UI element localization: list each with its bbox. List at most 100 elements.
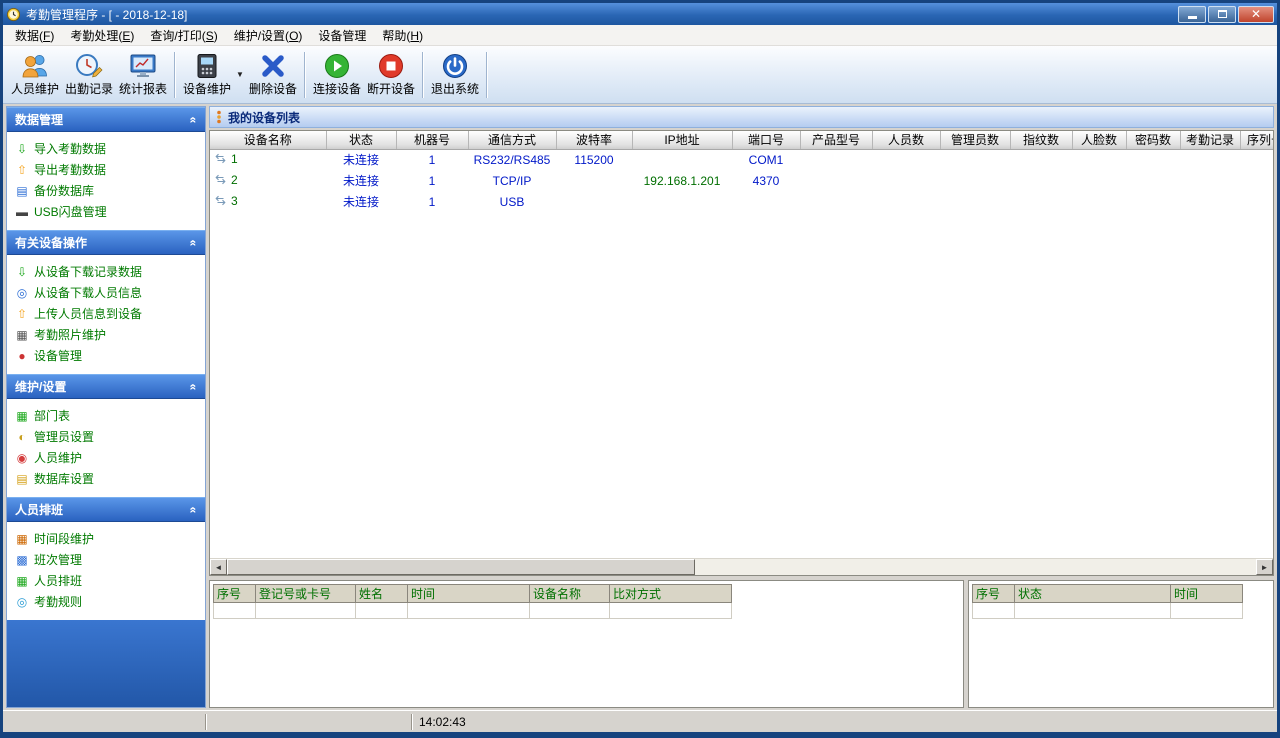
sidebar-item[interactable]: ▤备份数据库 xyxy=(7,180,205,201)
live-records-empty-cell xyxy=(256,603,356,619)
sidebar-item[interactable]: ▦人员排班 xyxy=(7,570,205,591)
menu-item[interactable]: 查询/打印(S) xyxy=(142,25,225,46)
device-column-header[interactable]: IP地址 xyxy=(632,131,732,149)
collapse-chevron-icon[interactable]: « xyxy=(187,116,201,123)
menu-item[interactable]: 数据(F) xyxy=(7,25,62,46)
sidebar-item[interactable]: ▤数据库设置 xyxy=(7,468,205,489)
device-column-header[interactable]: 波特率 xyxy=(556,131,632,149)
device-status-column-header[interactable]: 状态 xyxy=(1015,585,1171,603)
menu-item[interactable]: 设备管理 xyxy=(310,25,374,46)
sidebar-item[interactable]: ◐管理员设置 xyxy=(7,426,205,447)
device-link-icon xyxy=(214,153,227,167)
device-column-header[interactable]: 状态 xyxy=(326,131,396,149)
device-status-column-header[interactable]: 时间 xyxy=(1171,585,1243,603)
staff-maintain-button[interactable]: 人员维护 xyxy=(8,48,62,102)
device-maintain-button[interactable]: 设备维护 xyxy=(180,48,234,102)
device-maintain-dropdown-arrow[interactable]: ▼ xyxy=(234,48,246,102)
sidebar-item[interactable]: ⇩从设备下载记录数据 xyxy=(7,261,205,282)
connect-device-button[interactable]: 连接设备 xyxy=(310,48,364,102)
device-link-icon xyxy=(214,174,227,188)
live-records-column-header[interactable]: 时间 xyxy=(408,585,530,603)
menu-item[interactable]: 帮助(H) xyxy=(374,25,431,46)
sidebar-item[interactable]: ▦部门表 xyxy=(7,405,205,426)
menu-item[interactable]: 考勤处理(E) xyxy=(62,25,142,46)
device-cell: 未连接 xyxy=(326,170,396,191)
toolbar: 人员维护出勤记录统计报表设备维护▼删除设备连接设备断开设备退出系统 xyxy=(3,46,1277,104)
sidebar-section-header-data-management[interactable]: 数据管理« xyxy=(7,107,205,132)
device-column-header[interactable]: 密码数 xyxy=(1126,131,1180,149)
device-cell xyxy=(732,191,800,212)
sidebar-section-header-staff-scheduling[interactable]: 人员排班« xyxy=(7,497,205,522)
device-cell: 1 xyxy=(396,149,468,170)
exit-system-button[interactable]: 退出系统 xyxy=(428,48,482,102)
scroll-right-button[interactable]: ► xyxy=(1256,559,1273,575)
report-icon xyxy=(128,51,158,81)
live-records-column-header[interactable]: 比对方式 xyxy=(610,585,732,603)
sidebar-section-header-device-operations[interactable]: 有关设备操作« xyxy=(7,230,205,255)
device-column-header[interactable]: 序列号 xyxy=(1240,131,1273,149)
device-column-header[interactable]: 设备名称 xyxy=(210,131,326,149)
device-cell xyxy=(556,191,632,212)
sidebar-item[interactable]: ▩班次管理 xyxy=(7,549,205,570)
sidebar-item[interactable]: ◎考勤规则 xyxy=(7,591,205,612)
device-cell: 192.168.1.201 xyxy=(632,170,732,191)
bottom-panels: 序号登记号或卡号姓名时间设备名称比对方式 序号状态时间 xyxy=(209,580,1274,708)
attendance-rule-icon: ◎ xyxy=(15,596,29,608)
database-settings-icon: ▤ xyxy=(15,473,29,485)
sidebar-item[interactable]: ◉人员维护 xyxy=(7,447,205,468)
sidebar-item-label: 考勤照片维护 xyxy=(34,326,106,343)
sidebar-section-header-maintain-settings[interactable]: 维护/设置« xyxy=(7,374,205,399)
sidebar-item[interactable]: ⇧导出考勤数据 xyxy=(7,159,205,180)
device-column-header[interactable]: 端口号 xyxy=(732,131,800,149)
device-column-header[interactable]: 产品型号 xyxy=(800,131,872,149)
collapse-chevron-icon[interactable]: « xyxy=(187,383,201,390)
device-column-header[interactable]: 管理员数 xyxy=(940,131,1010,149)
scroll-left-button[interactable]: ◄ xyxy=(210,559,227,575)
sidebar-item[interactable]: ▬USB闪盘管理 xyxy=(7,201,205,222)
device-cell xyxy=(872,170,940,191)
power-icon xyxy=(440,51,470,81)
statistics-report-button[interactable]: 统计报表 xyxy=(116,48,170,102)
live-records-column-header[interactable]: 姓名 xyxy=(356,585,408,603)
device-row[interactable]: 3未连接1USB xyxy=(210,191,1273,212)
delete-icon xyxy=(258,51,288,81)
toolbar-button-label: 删除设备 xyxy=(249,81,297,98)
device-column-header[interactable]: 机器号 xyxy=(396,131,468,149)
sidebar-item[interactable]: ●设备管理 xyxy=(7,345,205,366)
live-records-column-header[interactable]: 序号 xyxy=(214,585,256,603)
sidebar-item[interactable]: ⇧上传人员信息到设备 xyxy=(7,303,205,324)
device-column-header[interactable]: 通信方式 xyxy=(468,131,556,149)
sidebar-item[interactable]: ⇩导入考勤数据 xyxy=(7,138,205,159)
sidebar-item[interactable]: ▦时间段维护 xyxy=(7,528,205,549)
toolbar-button-label: 统计报表 xyxy=(119,81,167,98)
menu-item[interactable]: 维护/设置(O) xyxy=(226,25,311,46)
device-column-header[interactable]: 人脸数 xyxy=(1072,131,1126,149)
attendance-records-button[interactable]: 出勤记录 xyxy=(62,48,116,102)
delete-device-button[interactable]: 删除设备 xyxy=(246,48,300,102)
sidebar-item[interactable]: ◎从设备下载人员信息 xyxy=(7,282,205,303)
window-title: 考勤管理程序 - [ - 2018-12-18] xyxy=(26,6,187,23)
scrollbar-thumb[interactable] xyxy=(227,559,695,575)
device-cell xyxy=(1240,170,1273,191)
collapse-chevron-icon[interactable]: « xyxy=(187,506,201,513)
collapse-chevron-icon[interactable]: « xyxy=(187,239,201,246)
close-button[interactable]: ✕ xyxy=(1238,6,1274,23)
device-row[interactable]: 2未连接1TCP/IP192.168.1.2014370 xyxy=(210,170,1273,191)
sidebar-item[interactable]: ▦考勤照片维护 xyxy=(7,324,205,345)
sidebar-item-label: 人员排班 xyxy=(34,572,82,589)
device-column-header[interactable]: 指纹数 xyxy=(1010,131,1072,149)
device-column-header[interactable]: 人员数 xyxy=(872,131,940,149)
scrollbar-track[interactable] xyxy=(695,559,1256,575)
device-row[interactable]: 1未连接1RS232/RS485115200COM1 xyxy=(210,149,1273,170)
device-cell xyxy=(1072,191,1126,212)
horizontal-scrollbar[interactable]: ◄ ► xyxy=(210,558,1273,575)
maximize-button[interactable] xyxy=(1208,6,1236,23)
device-column-header[interactable]: 考勤记录 xyxy=(1180,131,1240,149)
disconnect-device-button[interactable]: 断开设备 xyxy=(364,48,418,102)
live-records-column-header[interactable]: 登记号或卡号 xyxy=(256,585,356,603)
device-status-column-header[interactable]: 序号 xyxy=(973,585,1015,603)
live-records-column-header[interactable]: 设备名称 xyxy=(530,585,610,603)
download-staff-icon: ◎ xyxy=(15,287,29,299)
device-table[interactable]: 设备名称状态机器号通信方式波特率IP地址端口号产品型号人员数管理员数指纹数人脸数… xyxy=(210,131,1273,212)
minimize-button[interactable] xyxy=(1178,6,1206,23)
